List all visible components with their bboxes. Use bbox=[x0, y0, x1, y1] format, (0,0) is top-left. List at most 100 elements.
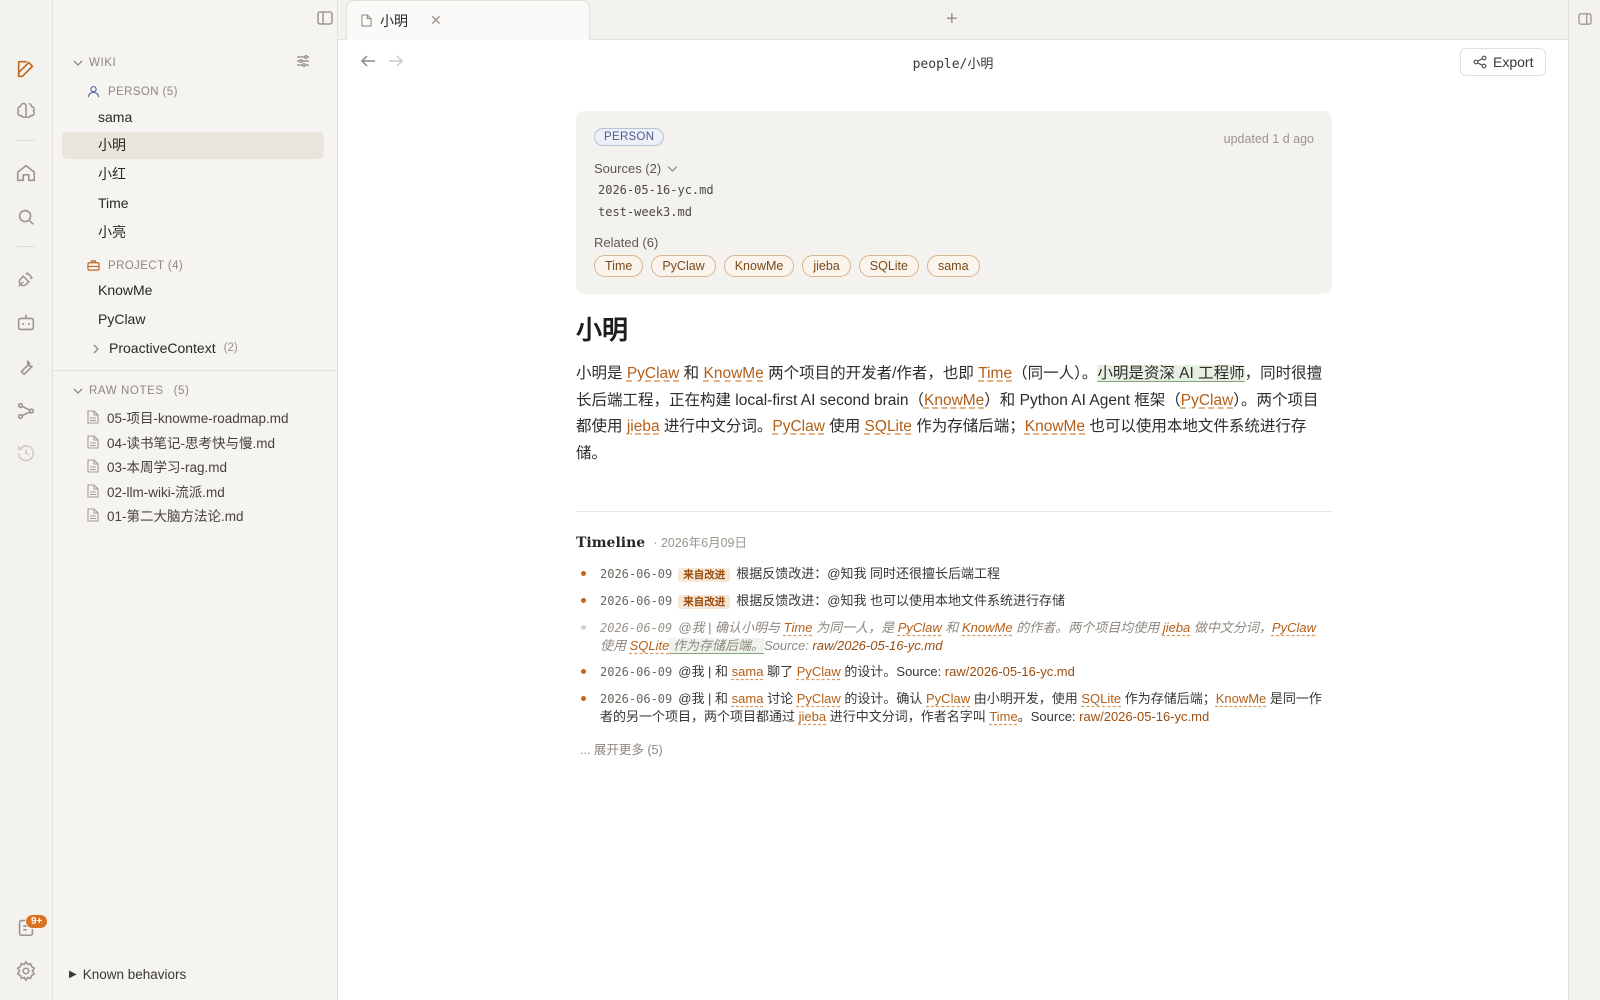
wiki-link[interactable]: sama bbox=[732, 664, 764, 679]
text-run: 为同一人，是 bbox=[812, 620, 898, 635]
tab-xiaoming[interactable]: 小明 ✕ bbox=[346, 0, 590, 40]
close-icon[interactable]: ✕ bbox=[430, 12, 442, 29]
related-chip[interactable]: Time bbox=[594, 255, 644, 277]
wiki-link[interactable]: KnowMe bbox=[703, 365, 763, 382]
wrench-icon[interactable] bbox=[15, 356, 37, 378]
source-link[interactable]: test-week3.md bbox=[598, 205, 692, 219]
wiki-item-xiaoliang[interactable]: 小亮 bbox=[62, 219, 324, 246]
timeline-entry: 2026-06-09 @我 | 和 sama 聊了 PyClaw 的设计。Sour… bbox=[576, 663, 1332, 681]
related-chip[interactable]: sama bbox=[926, 255, 980, 277]
highlighted-text[interactable]: 小明是资深 AI 工程师 bbox=[1097, 365, 1245, 382]
entry-date: 2026-06-09 bbox=[600, 567, 673, 581]
right-panel-toggle-icon[interactable] bbox=[1578, 13, 1592, 25]
timeline-entry: 2026-06-09 来自改进 根据反馈改进：@知我 同时还很擅长后端工程 bbox=[576, 565, 1332, 584]
raw-notes-header[interactable]: RAW NOTES (5) bbox=[73, 385, 189, 397]
text-run: 的设计。Source: bbox=[840, 664, 945, 679]
related-chip[interactable]: KnowMe bbox=[723, 255, 795, 277]
wiki-link[interactable]: jieba bbox=[627, 418, 660, 435]
wiki-link[interactable]: KnowMe bbox=[1025, 418, 1085, 435]
project-group-header[interactable]: PROJECT (4) bbox=[87, 259, 183, 272]
wiki-link[interactable]: PyClaw bbox=[926, 691, 970, 706]
wiki-link[interactable]: sama bbox=[732, 691, 764, 706]
chevron-right-icon bbox=[93, 344, 99, 353]
sources-toggle[interactable]: Sources (2) bbox=[594, 161, 678, 176]
timeline-title: Timeline bbox=[576, 535, 646, 551]
text-run: 聊了 bbox=[763, 664, 797, 679]
related-label: Related (6) bbox=[594, 235, 659, 250]
export-label: Export bbox=[1493, 54, 1534, 70]
settings-icon[interactable] bbox=[15, 960, 37, 982]
wiki-item-sama[interactable]: sama bbox=[62, 104, 324, 131]
wiki-item-knowme[interactable]: KnowMe bbox=[62, 277, 324, 304]
wiki-link[interactable]: PyClaw bbox=[1181, 392, 1234, 409]
entry-text: 根据反馈改进：@知我 也可以使用本地文件系统进行存储 bbox=[736, 593, 1066, 608]
person-group-header[interactable]: PERSON (5) bbox=[87, 85, 178, 98]
wiki-link[interactable]: PyClaw bbox=[898, 620, 942, 635]
file-icon bbox=[87, 435, 99, 449]
source-link[interactable]: raw/2026-05-16-yc.md bbox=[945, 664, 1075, 679]
triangle-right-icon: ▶ bbox=[69, 969, 77, 980]
new-tab-icon[interactable]: + bbox=[946, 8, 958, 31]
entry-date: 2026-06-09 bbox=[600, 692, 673, 706]
text-run: @我 | 和 bbox=[678, 691, 732, 706]
graph-icon[interactable] bbox=[15, 400, 37, 422]
wiki-link[interactable]: Time bbox=[989, 709, 1017, 724]
source-link[interactable]: raw/2026-05-16-yc.md bbox=[812, 638, 942, 653]
related-chip[interactable]: PyClaw bbox=[651, 255, 716, 277]
section-divider bbox=[576, 511, 1332, 512]
wiki-link[interactable]: jieba bbox=[1163, 620, 1190, 635]
plug-icon[interactable] bbox=[15, 268, 37, 290]
filter-icon[interactable] bbox=[296, 54, 310, 68]
rail-divider bbox=[17, 140, 35, 141]
tab-label: 小明 bbox=[380, 12, 408, 29]
wiki-item-proactivecontext[interactable]: ProactiveContext (2) bbox=[62, 335, 324, 362]
wiki-link[interactable]: KnowMe bbox=[1216, 691, 1267, 706]
wiki-link[interactable]: PyClaw bbox=[797, 691, 841, 706]
expand-more-link[interactable]: ... 展开更多 (5) bbox=[580, 739, 663, 758]
text-run: 进行中文分词，作者名字叫 bbox=[826, 709, 990, 724]
wiki-link[interactable]: SQLite bbox=[630, 638, 670, 653]
sources-label: Sources (2) bbox=[594, 161, 662, 176]
main-pane: 小明 ✕ + people/小明 Export PERSON updated 1… bbox=[338, 0, 1568, 1000]
raw-note-item[interactable]: 01-第二大脑方法论.md bbox=[87, 504, 244, 526]
wiki-link[interactable]: PyClaw bbox=[797, 664, 841, 679]
brain-icon[interactable] bbox=[15, 100, 37, 122]
wiki-link[interactable]: SQLite bbox=[865, 418, 912, 435]
raw-note-item[interactable]: 03-本周学习-rag.md bbox=[87, 455, 227, 477]
history-icon[interactable] bbox=[15, 442, 37, 464]
export-button[interactable]: Export bbox=[1460, 48, 1547, 76]
wiki-link[interactable]: PyClaw bbox=[1272, 620, 1316, 635]
raw-note-item[interactable]: 05-项目-knowme-roadmap.md bbox=[87, 406, 289, 428]
wiki-link[interactable]: KnowMe bbox=[962, 620, 1013, 635]
raw-note-item[interactable]: 04-读书笔记-思考快与慢.md bbox=[87, 431, 275, 453]
wiki-link[interactable]: SQLite bbox=[1081, 691, 1121, 706]
related-chip[interactable]: SQLite bbox=[858, 255, 919, 277]
text-run: 两个项目的开发者/作者，也即 bbox=[763, 365, 979, 382]
wiki-link[interactable]: jieba bbox=[799, 709, 826, 724]
person-icon bbox=[87, 85, 100, 98]
source-link[interactable]: raw/2026-05-16-yc.md bbox=[1079, 709, 1209, 724]
wiki-link[interactable]: KnowMe bbox=[924, 392, 984, 409]
edit-icon[interactable] bbox=[15, 58, 37, 80]
home-icon[interactable] bbox=[15, 162, 37, 184]
wiki-item-time[interactable]: Time bbox=[62, 190, 324, 217]
source-link[interactable]: 2026-05-16-yc.md bbox=[598, 183, 714, 197]
text-run: ）和 Python AI Agent 框架（ bbox=[984, 391, 1181, 409]
text-run: 的作者。两个项目均使用 bbox=[1012, 620, 1163, 635]
wiki-link[interactable]: PyClaw bbox=[627, 365, 680, 382]
text-run: Source: bbox=[764, 638, 813, 653]
wiki-item-pyclaw[interactable]: PyClaw bbox=[62, 306, 324, 333]
wiki-link[interactable]: Time bbox=[784, 620, 813, 635]
related-chip[interactable]: jieba bbox=[802, 255, 851, 277]
bot-icon[interactable] bbox=[15, 312, 37, 334]
bullet-dot bbox=[581, 696, 586, 701]
wiki-section-header[interactable]: WIKI bbox=[73, 57, 116, 69]
sidebar-toggle-icon[interactable] bbox=[317, 11, 335, 27]
known-behaviors-toggle[interactable]: ▶ Known behaviors bbox=[69, 967, 186, 982]
wiki-item-xiaohong[interactable]: 小红 bbox=[62, 161, 324, 188]
wiki-link[interactable]: Time bbox=[978, 365, 1012, 382]
wiki-link[interactable]: PyClaw bbox=[772, 418, 825, 435]
wiki-item-xiaoming[interactable]: 小明 bbox=[62, 132, 324, 159]
search-icon[interactable] bbox=[15, 206, 37, 228]
raw-note-item[interactable]: 02-llm-wiki-流派.md bbox=[87, 480, 225, 502]
